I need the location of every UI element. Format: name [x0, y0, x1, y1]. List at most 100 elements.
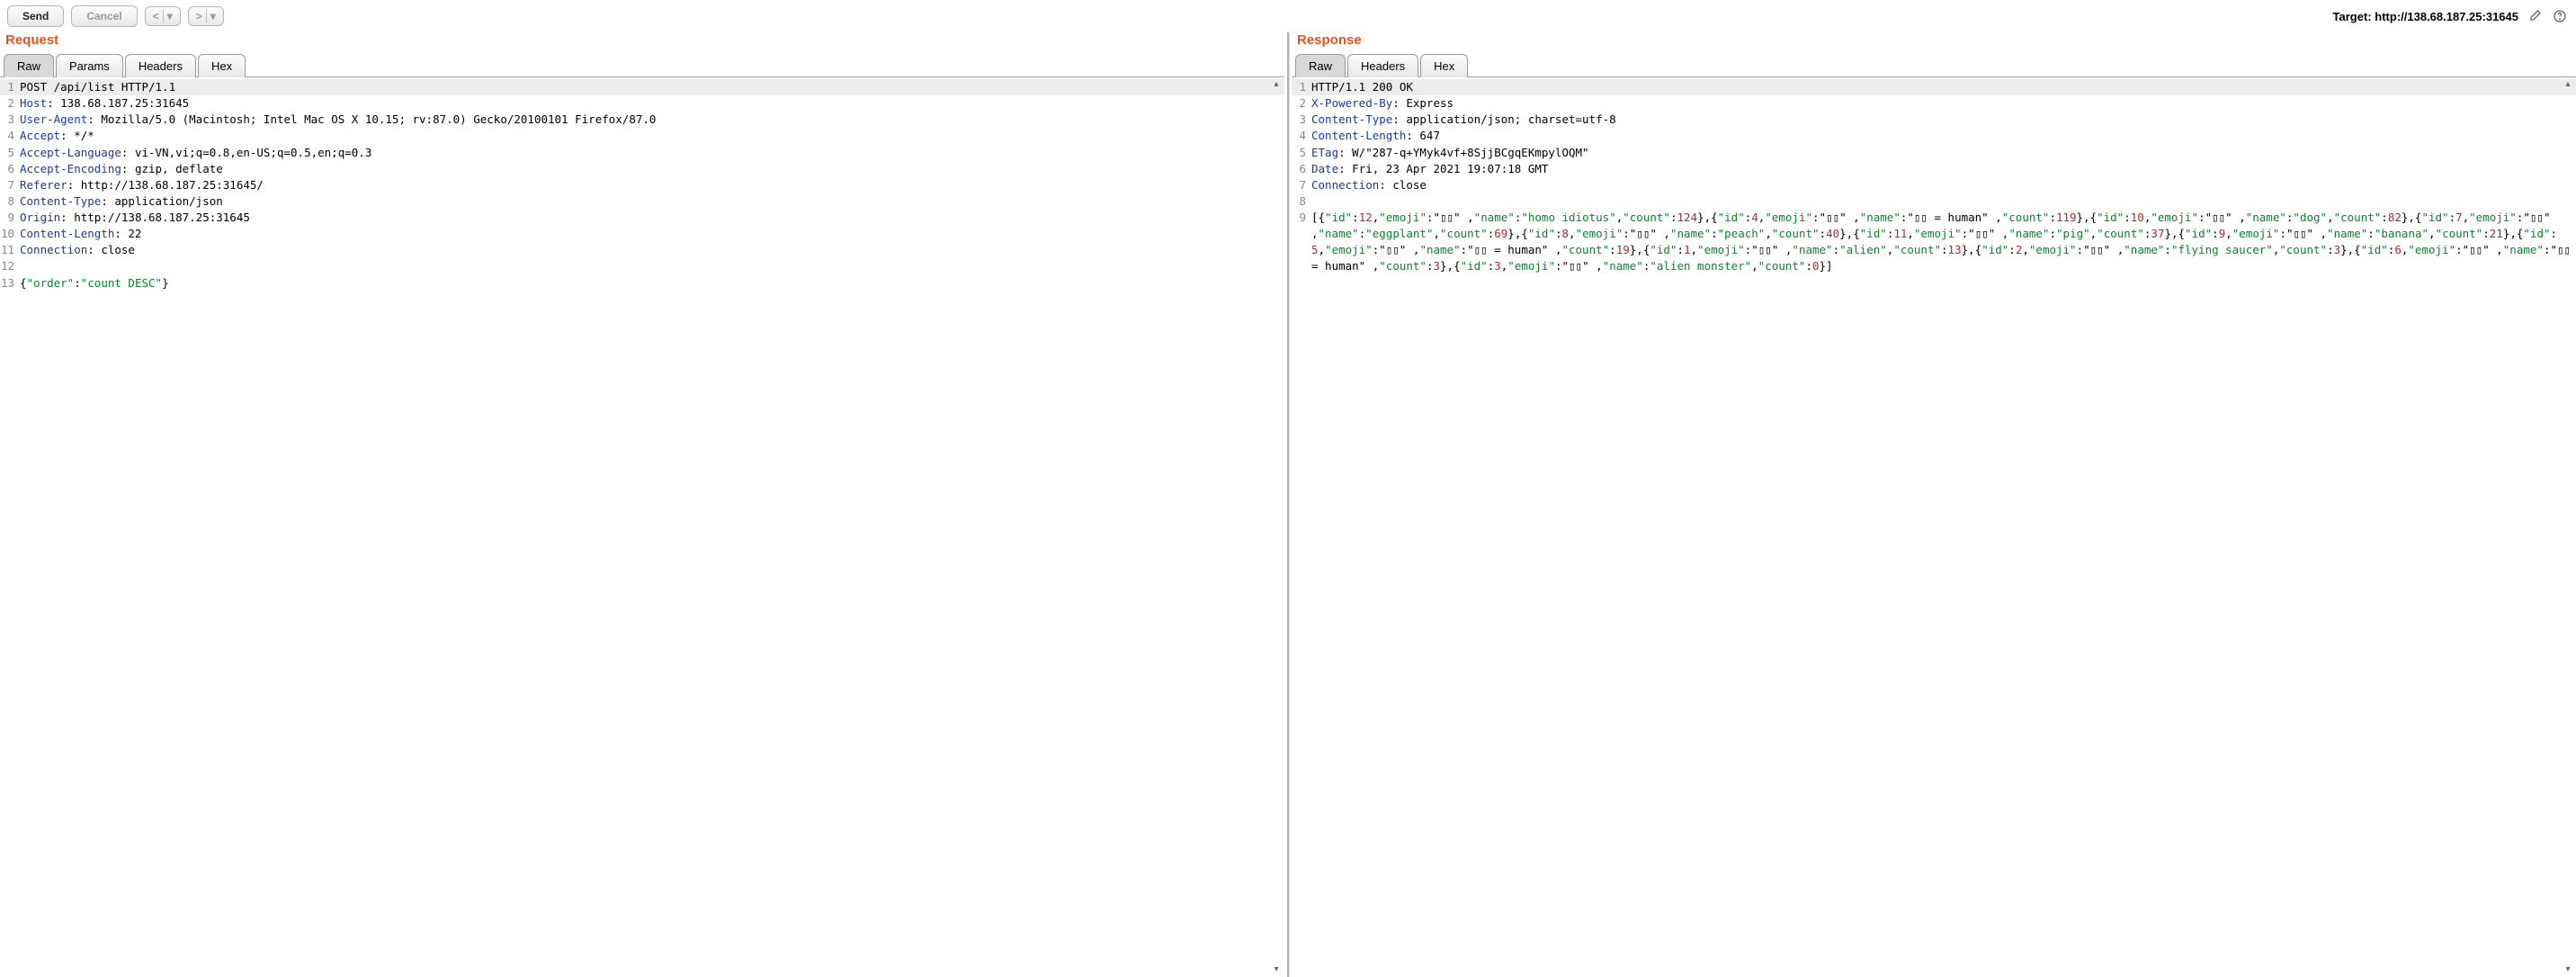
line-number: 6 [0, 161, 20, 177]
editor-line: 13{"order":"count DESC"} [0, 275, 1284, 291]
line-code: Accept-Language: vi-VN,vi;q=0.8,en-US;q=… [20, 145, 1284, 161]
scroll-up-icon[interactable]: ▴ [2563, 79, 2573, 90]
response-editor[interactable]: 1HTTP/1.1 200 OK2X-Powered-By: Express3C… [1292, 77, 2576, 977]
line-number: 4 [1292, 128, 1311, 144]
editor-line: 3Content-Type: application/json; charset… [1292, 112, 2576, 128]
line-code [20, 258, 1284, 274]
line-number: 2 [0, 95, 20, 112]
tab-hex[interactable]: Hex [198, 54, 246, 77]
editor-line: 6Date: Fri, 23 Apr 2021 19:07:18 GMT [1292, 161, 2576, 177]
divider [206, 10, 207, 22]
edit-target-icon[interactable] [2526, 7, 2544, 25]
request-tabs: RawParamsHeadersHex [0, 53, 1284, 77]
pane-splitter[interactable] [1284, 32, 1292, 977]
chevron-left-icon: < [153, 10, 159, 22]
line-code: User-Agent: Mozilla/5.0 (Macintosh; Inte… [20, 112, 1284, 128]
line-code: X-Powered-By: Express [1311, 95, 2576, 112]
editor-line: 3User-Agent: Mozilla/5.0 (Macintosh; Int… [0, 112, 1284, 128]
line-code: [{"id":12,"emoji":"▯▯" ,"name":"homo idi… [1311, 210, 2576, 275]
help-icon[interactable] [2551, 7, 2569, 25]
editor-line: 8Content-Type: application/json [0, 193, 1284, 210]
editor-line: 11Connection: close [0, 242, 1284, 258]
line-number: 8 [1292, 193, 1311, 210]
editor-line: 7Connection: close [1292, 177, 2576, 193]
line-number: 7 [1292, 177, 1311, 193]
editor-line: 1POST /api/list HTTP/1.1 [0, 79, 1284, 95]
line-code: Content-Length: 647 [1311, 128, 2576, 144]
editor-line: 2Host: 138.68.187.25:31645 [0, 95, 1284, 112]
line-code: Referer: http://138.68.187.25:31645/ [20, 177, 1284, 193]
request-pane: Request RawParamsHeadersHex 1POST /api/l… [0, 32, 1284, 977]
line-code: Accept-Encoding: gzip, deflate [20, 161, 1284, 177]
editor-line: 4Accept: */* [0, 128, 1284, 144]
dropdown-icon: ▾ [210, 10, 216, 22]
tab-raw[interactable]: Raw [4, 54, 54, 77]
line-code: POST /api/list HTTP/1.1 [20, 79, 1284, 95]
line-number: 13 [0, 275, 20, 291]
dropdown-icon: ▾ [167, 10, 173, 22]
prev-button[interactable]: < ▾ [145, 6, 181, 26]
line-number: 9 [0, 210, 20, 226]
line-code [1311, 193, 2576, 210]
tab-hex[interactable]: Hex [1420, 54, 1468, 77]
tab-headers[interactable]: Headers [1347, 54, 1418, 77]
editor-line: 6Accept-Encoding: gzip, deflate [0, 161, 1284, 177]
line-number: 2 [1292, 95, 1311, 112]
line-code: Accept: */* [20, 128, 1284, 144]
editor-line: 1HTTP/1.1 200 OK [1292, 79, 2576, 95]
editor-line: 4Content-Length: 647 [1292, 128, 2576, 144]
line-number: 3 [1292, 112, 1311, 128]
line-code: Content-Length: 22 [20, 226, 1284, 242]
line-number: 1 [1292, 79, 1311, 95]
scroll-down-icon[interactable]: ▾ [2563, 964, 2573, 975]
request-editor[interactable]: 1POST /api/list HTTP/1.12Host: 138.68.18… [0, 77, 1284, 977]
cancel-button[interactable]: Cancel [71, 5, 137, 27]
next-button[interactable]: > ▾ [188, 6, 224, 26]
editor-line: 2X-Powered-By: Express [1292, 95, 2576, 112]
line-number: 5 [1292, 145, 1311, 161]
editor-line: 9[{"id":12,"emoji":"▯▯" ,"name":"homo id… [1292, 210, 2576, 275]
editor-line: 12 [0, 258, 1284, 274]
tab-params[interactable]: Params [56, 54, 123, 77]
line-code: Date: Fri, 23 Apr 2021 19:07:18 GMT [1311, 161, 2576, 177]
line-number: 9 [1292, 210, 1311, 275]
line-code: {"order":"count DESC"} [20, 275, 1284, 291]
line-code: Origin: http://138.68.187.25:31645 [20, 210, 1284, 226]
editor-line: 5ETag: W/"287-q+YMyk4vf+8SjjBCgqEKmpylOQ… [1292, 145, 2576, 161]
line-number: 5 [0, 145, 20, 161]
line-code: Connection: close [1311, 177, 2576, 193]
target-value: http://138.68.187.25:31645 [2375, 10, 2518, 23]
line-number: 8 [0, 193, 20, 210]
chevron-right-icon: > [196, 10, 202, 22]
toolbar: Send Cancel < ▾ > ▾ Target: http://138.6… [0, 0, 2576, 32]
tab-headers[interactable]: Headers [125, 54, 196, 77]
line-number: 12 [0, 258, 20, 274]
editor-line: 9Origin: http://138.68.187.25:31645 [0, 210, 1284, 226]
request-title: Request [0, 32, 1284, 53]
editor-line: 10Content-Length: 22 [0, 226, 1284, 242]
editor-line: 5Accept-Language: vi-VN,vi;q=0.8,en-US;q… [0, 145, 1284, 161]
divider [163, 10, 164, 22]
tab-raw[interactable]: Raw [1295, 54, 1346, 77]
line-number: 7 [0, 177, 20, 193]
scroll-up-icon[interactable]: ▴ [1271, 79, 1282, 90]
line-code: Content-Type: application/json; charset=… [1311, 112, 2576, 128]
send-button[interactable]: Send [7, 5, 64, 27]
line-code: ETag: W/"287-q+YMyk4vf+8SjjBCgqEKmpylOQM… [1311, 145, 2576, 161]
response-pane: Response RawHeadersHex 1HTTP/1.1 200 OK2… [1292, 32, 2576, 977]
line-code: Host: 138.68.187.25:31645 [20, 95, 1284, 112]
line-number: 6 [1292, 161, 1311, 177]
scroll-down-icon[interactable]: ▾ [1271, 964, 1282, 975]
line-number: 4 [0, 128, 20, 144]
line-code: HTTP/1.1 200 OK [1311, 79, 2576, 95]
line-number: 1 [0, 79, 20, 95]
editor-line: 7Referer: http://138.68.187.25:31645/ [0, 177, 1284, 193]
target-label: Target: http://138.68.187.25:31645 [2333, 10, 2518, 23]
line-number: 3 [0, 112, 20, 128]
panes: Request RawParamsHeadersHex 1POST /api/l… [0, 32, 2576, 977]
line-number: 11 [0, 242, 20, 258]
response-title: Response [1292, 32, 2576, 53]
line-code: Content-Type: application/json [20, 193, 1284, 210]
line-code: Connection: close [20, 242, 1284, 258]
editor-line: 8 [1292, 193, 2576, 210]
